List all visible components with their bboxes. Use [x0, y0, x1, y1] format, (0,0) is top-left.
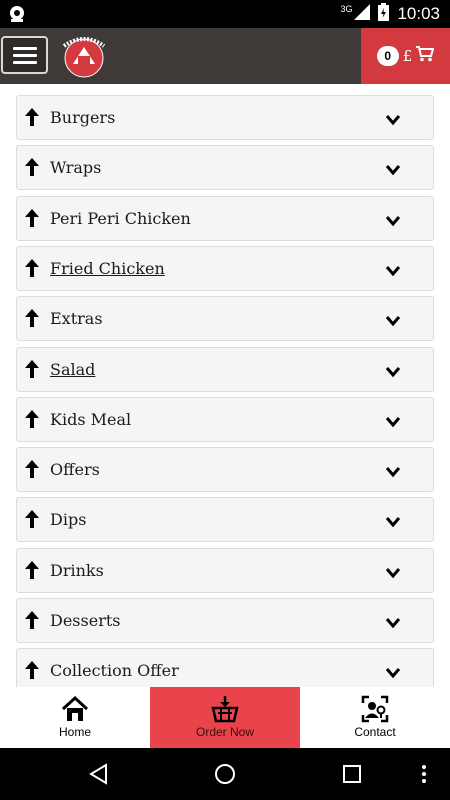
- chevron-down-icon[interactable]: [385, 312, 401, 327]
- category-item[interactable]: Salad: [16, 347, 434, 392]
- arrow-up-icon: [25, 460, 39, 478]
- chevron-down-icon[interactable]: [385, 614, 401, 629]
- category-item[interactable]: Peri Peri Chicken: [16, 196, 434, 241]
- basket-icon: [211, 695, 239, 723]
- chevron-down-icon[interactable]: [385, 111, 401, 126]
- chicken-shack-logo[interactable]: [58, 32, 110, 80]
- chevron-down-icon[interactable]: [385, 212, 401, 227]
- category-item[interactable]: Extras: [16, 296, 434, 341]
- category-label: Desserts: [50, 611, 121, 630]
- network-type-label: 3G: [340, 4, 353, 14]
- shopping-cart-icon: [416, 46, 435, 66]
- category-item[interactable]: Collection Offer: [16, 648, 434, 687]
- nav-contact-button[interactable]: Contact: [300, 687, 450, 748]
- cart-currency: £: [402, 47, 413, 65]
- category-item[interactable]: Offers: [16, 447, 434, 492]
- category-label: Collection Offer: [50, 661, 179, 680]
- category-item[interactable]: Kids Meal: [16, 397, 434, 442]
- more-options-icon[interactable]: [418, 762, 430, 786]
- category-label: Wraps: [50, 158, 102, 177]
- category-label: Extras: [50, 309, 103, 328]
- nav-order-now-button[interactable]: Order Now: [150, 687, 300, 748]
- app-header: 0 £: [0, 28, 450, 84]
- arrow-up-icon: [25, 360, 39, 378]
- nav-contact-label: Contact: [354, 725, 396, 739]
- android-navigation-bar: [0, 748, 450, 800]
- category-label: Drinks: [50, 561, 104, 580]
- home-icon: [61, 695, 89, 723]
- category-label: Offers: [50, 460, 100, 479]
- nav-home-button[interactable]: Home: [0, 687, 150, 748]
- arrow-up-icon: [25, 561, 39, 579]
- chevron-down-icon[interactable]: [385, 463, 401, 478]
- chevron-down-icon[interactable]: [385, 161, 401, 176]
- category-label: Salad: [50, 360, 96, 379]
- category-item[interactable]: Desserts: [16, 598, 434, 643]
- nav-order-now-label: Order Now: [195, 725, 254, 739]
- category-item[interactable]: Burgers: [16, 95, 434, 140]
- battery-icon: [378, 2, 390, 26]
- chevron-down-icon[interactable]: [385, 664, 401, 679]
- menu-line-icon: [13, 54, 37, 57]
- nav-home-label: Home: [58, 725, 91, 739]
- recent-apps-icon[interactable]: [340, 762, 364, 786]
- cart-button[interactable]: 0 £: [361, 28, 450, 84]
- category-label: Burgers: [50, 108, 116, 127]
- contact-icon: [361, 695, 389, 723]
- notification-icon: [8, 4, 28, 29]
- arrow-up-icon: [25, 611, 39, 629]
- chevron-down-icon[interactable]: [385, 363, 401, 378]
- chevron-down-icon[interactable]: [385, 413, 401, 428]
- chevron-down-icon[interactable]: [385, 564, 401, 579]
- arrow-up-icon: [25, 309, 39, 327]
- category-item[interactable]: Drinks: [16, 548, 434, 593]
- status-time: 10:03: [397, 4, 440, 23]
- bottom-navigation: Home Order Now Contact: [0, 687, 450, 748]
- arrow-up-icon: [25, 158, 39, 176]
- menu-line-icon: [13, 47, 37, 50]
- arrow-up-icon: [25, 209, 39, 227]
- arrow-up-icon: [25, 410, 39, 428]
- category-label: Kids Meal: [50, 410, 132, 429]
- chevron-down-icon[interactable]: [385, 513, 401, 528]
- signal-icon: [354, 3, 371, 25]
- home-circle-icon[interactable]: [213, 762, 237, 786]
- category-item[interactable]: Wraps: [16, 145, 434, 190]
- arrow-up-icon: [25, 259, 39, 277]
- arrow-up-icon: [25, 108, 39, 126]
- category-list: Burgers Wraps Peri Peri Chicken Fried Chick…: [0, 84, 450, 687]
- category-item[interactable]: Fried Chicken: [16, 246, 434, 291]
- category-label: Dips: [50, 510, 87, 529]
- status-bar: 3G 10:03: [0, 0, 450, 28]
- arrow-up-icon: [25, 661, 39, 679]
- hamburger-menu-button[interactable]: [1, 36, 48, 74]
- chevron-down-icon[interactable]: [385, 262, 401, 277]
- category-label: Peri Peri Chicken: [50, 209, 191, 228]
- back-icon[interactable]: [87, 762, 111, 786]
- category-label: Fried Chicken: [50, 259, 165, 278]
- cart-count-badge: 0: [376, 46, 399, 66]
- category-item[interactable]: Dips: [16, 497, 434, 542]
- arrow-up-icon: [25, 510, 39, 528]
- menu-line-icon: [13, 61, 37, 64]
